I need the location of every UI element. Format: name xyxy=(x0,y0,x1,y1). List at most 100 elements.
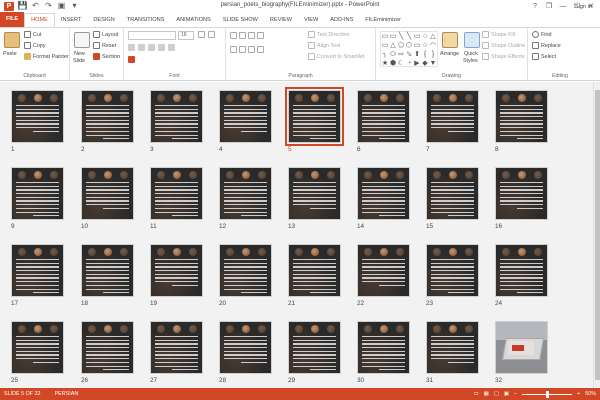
copy-button[interactable]: Copy xyxy=(24,42,46,49)
slide-thumbnail[interactable] xyxy=(219,321,272,374)
shape-option-icon[interactable]: ▭ xyxy=(413,41,421,50)
slide-thumbnail[interactable] xyxy=(150,90,203,143)
zoom-slider-knob[interactable] xyxy=(546,390,550,398)
arrange-button[interactable]: Arrange xyxy=(440,51,459,57)
slide-thumbnail[interactable] xyxy=(285,87,344,146)
slide-thumbnail[interactable] xyxy=(495,167,548,220)
shape-option-icon[interactable]: ▼ xyxy=(429,59,437,68)
slide-thumbnail[interactable] xyxy=(11,321,64,374)
shape-outline-button[interactable]: Shape Outline xyxy=(482,42,525,49)
slide-thumbnail[interactable] xyxy=(81,244,134,297)
shape-option-icon[interactable]: ☾ xyxy=(397,59,405,68)
slide-thumbnail[interactable] xyxy=(357,167,410,220)
slide-thumbnail[interactable] xyxy=(81,167,134,220)
reset-button[interactable]: Reset xyxy=(93,42,116,49)
align-icons[interactable] xyxy=(230,46,264,53)
align-text-button[interactable]: Align Text xyxy=(308,42,340,49)
shape-option-icon[interactable]: ⬠ xyxy=(397,41,405,50)
shape-option-icon[interactable]: } xyxy=(429,50,437,59)
minimize-button[interactable]: — xyxy=(556,0,570,12)
scrollbar-thumb[interactable] xyxy=(595,90,600,380)
text-direction-button[interactable]: Text Direction xyxy=(308,31,350,38)
normal-view-icon[interactable]: ▭ xyxy=(474,391,479,397)
grow-font-icon[interactable] xyxy=(198,31,205,38)
convert-smartart-button[interactable]: Convert to SmartArt xyxy=(308,53,365,60)
tab-slide-show[interactable]: SLIDE SHOW xyxy=(217,14,264,27)
shape-option-icon[interactable]: ⇨ xyxy=(397,50,405,59)
shape-option-icon[interactable]: { xyxy=(421,50,429,59)
language-indicator[interactable]: PERSIAN xyxy=(55,391,79,397)
font-name-input[interactable] xyxy=(128,31,176,40)
reading-view-icon[interactable]: ▢ xyxy=(494,391,499,397)
shape-option-icon[interactable]: ○ xyxy=(421,32,429,41)
shape-option-icon[interactable]: ▭ xyxy=(381,32,389,41)
undo-icon[interactable]: ↶ xyxy=(31,2,40,11)
shape-effects-button[interactable]: Shape Effects xyxy=(482,53,524,60)
shape-option-icon[interactable]: △ xyxy=(389,41,397,50)
tab-review[interactable]: REVIEW xyxy=(264,14,298,27)
layout-button[interactable]: Layout xyxy=(93,31,118,38)
slide-thumbnail[interactable] xyxy=(357,321,410,374)
tab-fileminimizer[interactable]: FILEminimizer xyxy=(359,14,407,27)
slide-thumbnail[interactable] xyxy=(357,244,410,297)
tab-add-ins[interactable]: ADD-INS xyxy=(324,14,359,27)
tab-file[interactable]: FILE xyxy=(0,12,25,27)
shape-option-icon[interactable]: ⬡ xyxy=(405,41,413,50)
slide-thumbnail[interactable] xyxy=(495,321,548,374)
quick-styles-button[interactable]: Quick xyxy=(464,51,478,57)
help-button[interactable]: ? xyxy=(528,0,542,12)
bold-icon[interactable] xyxy=(128,44,135,51)
underline-icon[interactable] xyxy=(148,44,155,51)
tab-animations[interactable]: ANIMATIONS xyxy=(170,14,216,27)
new-slide-icon[interactable] xyxy=(74,32,90,48)
section-button[interactable]: Section xyxy=(93,53,120,60)
shape-option-icon[interactable]: ◠ xyxy=(429,41,437,50)
find-button[interactable]: Find xyxy=(532,31,552,38)
shape-option-icon[interactable]: ⬆ xyxy=(413,50,421,59)
shape-option-icon[interactable]: ╲ xyxy=(397,32,405,41)
quick-styles-icon[interactable] xyxy=(464,32,480,48)
slide-thumbnail[interactable] xyxy=(150,244,203,297)
slide-thumbnail[interactable] xyxy=(426,90,479,143)
new-slide-button-2[interactable]: Slide xyxy=(73,58,85,64)
shadow-icon[interactable] xyxy=(168,44,175,51)
shapes-gallery[interactable]: ▭ ▭ ╲ ╲ ▭ ○ △ ▭ △ ⬠ ⬡ ▭ ☆ ◠ ╮ ⬭ ⇨ ⬂ ⬆{} ★ ⬢ ☾ ◔ ▶ ◆ ▼ xyxy=(380,31,438,67)
slide-thumbnail[interactable] xyxy=(150,321,203,374)
shape-option-icon[interactable]: ⬂ xyxy=(405,50,413,59)
replace-button[interactable]: Replace xyxy=(532,42,561,49)
slide-thumbnail[interactable] xyxy=(11,167,64,220)
shape-option-icon[interactable]: ╮ xyxy=(381,50,389,59)
font-color-icon[interactable] xyxy=(128,56,135,63)
shape-option-icon[interactable]: ◔ xyxy=(405,59,413,68)
tab-transitions[interactable]: TRANSITIONS xyxy=(121,14,171,27)
strikethrough-icon[interactable] xyxy=(158,44,165,51)
italic-icon[interactable] xyxy=(138,44,145,51)
zoom-level[interactable]: 50% xyxy=(585,391,596,397)
slide-thumbnail[interactable] xyxy=(495,244,548,297)
shrink-font-icon[interactable] xyxy=(208,31,215,38)
font-size-input[interactable]: 18 xyxy=(178,31,194,40)
slideshow-view-icon[interactable]: ▣ xyxy=(504,391,509,397)
slide-thumbnail[interactable] xyxy=(288,167,341,220)
select-button[interactable]: Select xyxy=(532,53,556,60)
slide-thumbnail[interactable] xyxy=(81,321,134,374)
bullets-icon[interactable] xyxy=(230,32,264,39)
sign-in-label[interactable]: Sign in xyxy=(575,4,592,10)
slide-thumbnail[interactable] xyxy=(11,244,64,297)
slide-sorter-view-icon[interactable]: ▦ xyxy=(484,391,489,397)
arrange-icon[interactable] xyxy=(442,32,458,48)
save-icon[interactable]: 💾 xyxy=(18,2,28,11)
shape-option-icon[interactable]: ▭ xyxy=(389,32,397,41)
cut-button[interactable]: Cut xyxy=(24,31,41,38)
tab-design[interactable]: DESIGN xyxy=(87,14,120,27)
slide-thumbnail[interactable] xyxy=(219,167,272,220)
quick-styles-button-2[interactable]: Styles xyxy=(463,58,478,64)
slide-thumbnail[interactable] xyxy=(150,167,203,220)
shape-option-icon[interactable]: ☆ xyxy=(421,41,429,50)
ribbon-display-options-button[interactable]: ❐ xyxy=(542,0,556,12)
paste-icon[interactable] xyxy=(4,32,20,48)
new-slide-button[interactable]: New xyxy=(74,51,85,57)
slide-thumbnail[interactable] xyxy=(426,167,479,220)
zoom-in-button[interactable]: + xyxy=(577,391,580,397)
slide-thumbnail[interactable] xyxy=(426,244,479,297)
